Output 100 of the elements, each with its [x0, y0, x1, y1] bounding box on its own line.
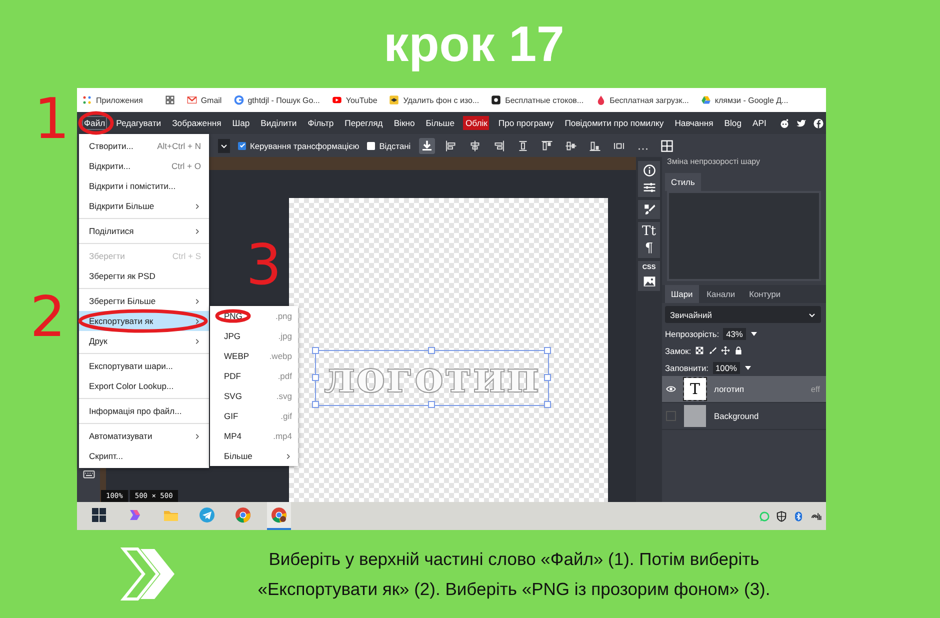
resize-handle[interactable] — [544, 374, 551, 381]
bookmark[interactable]: gthtdjl - Пошук Go... — [234, 95, 320, 105]
menu-item[interactable]: WEBP .webp — [210, 346, 298, 366]
network-icon[interactable] — [810, 510, 822, 522]
menu-item[interactable]: Облік — [463, 116, 490, 130]
menu-item[interactable]: Export Color Lookup... — [79, 376, 209, 396]
eye-icon[interactable] — [666, 384, 676, 394]
download-icon[interactable] — [420, 140, 433, 152]
taskbar-app[interactable] — [267, 502, 291, 530]
layer-row[interactable]: T логотип eff — [662, 376, 826, 403]
menu-item[interactable]: Відкрити і помістити... — [79, 176, 209, 196]
file-extension: .webp — [269, 351, 292, 361]
menu-item[interactable]: Перегляд — [342, 116, 385, 130]
menu-item[interactable]: Редагувати — [114, 116, 164, 130]
resize-handle[interactable] — [544, 401, 551, 408]
panel-tab[interactable]: Канали — [700, 285, 742, 303]
resize-handle[interactable] — [544, 347, 551, 354]
menu-item[interactable]: PNG .png — [210, 306, 298, 326]
bookmark-label: Бесплатная загрузк... — [610, 96, 689, 104]
menu-item[interactable]: Відкрити... Ctrl + O — [79, 156, 209, 176]
menu-item[interactable]: Повідомити про помилку — [562, 116, 666, 130]
menu-item[interactable]: JPG .jpg — [210, 326, 298, 346]
lock-pixels-icon[interactable] — [695, 346, 704, 355]
bookmark[interactable]: Приложения — [82, 95, 143, 105]
grid-icon[interactable] — [164, 95, 175, 105]
menu-item[interactable]: Зберегти як PSD — [79, 266, 209, 286]
image-icon[interactable] — [642, 275, 656, 288]
menu-item[interactable]: Виділити — [258, 116, 299, 130]
bookmark[interactable]: Gmail — [186, 95, 222, 105]
move-icon[interactable] — [721, 346, 730, 355]
align-left-icon[interactable] — [444, 140, 457, 152]
distribute-icon[interactable] — [516, 140, 529, 152]
menu-item[interactable]: Шар — [230, 116, 252, 130]
resize-handle[interactable] — [312, 347, 319, 354]
dropdown[interactable] — [218, 138, 230, 152]
menu-item[interactable]: PDF .pdf — [210, 366, 298, 386]
menu-item[interactable]: Фільтр — [306, 116, 336, 130]
lock-icon[interactable] — [734, 346, 744, 355]
menu-item[interactable]: Зображення — [170, 116, 224, 130]
menu-item[interactable]: Створити... Alt+Ctrl + N — [79, 136, 209, 156]
menu-item[interactable]: Більше — [424, 116, 456, 130]
menu-item[interactable]: SVG .svg — [210, 386, 298, 406]
bird-icon[interactable] — [796, 118, 808, 128]
bookmark[interactable]: YouTube — [332, 95, 378, 105]
blend-mode-select[interactable]: Звичайний — [665, 306, 821, 323]
shield-icon[interactable] — [776, 510, 787, 522]
resize-handle[interactable] — [428, 401, 435, 408]
menu-item[interactable]: Скрипт... — [79, 446, 209, 466]
bookmark[interactable]: Удалить фон с изо... — [389, 95, 480, 105]
paragraph-icon[interactable]: ¶ — [644, 242, 654, 255]
brush-icon[interactable] — [642, 203, 656, 216]
resize-handle[interactable] — [312, 374, 319, 381]
menu-item[interactable]: Зберегти Більше — [79, 291, 209, 311]
checkbox[interactable] — [367, 142, 376, 150]
layer-row[interactable]: Background — [662, 403, 826, 430]
bookmark[interactable]: Бесплатная загрузк... — [596, 95, 689, 105]
menu-item[interactable]: Відкрити Більше — [79, 196, 209, 216]
file-extension: .pdf — [278, 371, 292, 381]
menu-item[interactable]: Навчання — [672, 116, 716, 130]
menu-item[interactable]: Вікно — [392, 116, 417, 130]
square-icon — [491, 95, 502, 105]
caret-down-icon[interactable] — [750, 330, 758, 338]
menu-item[interactable]: Інформація про файл... — [79, 401, 209, 421]
resize-handle[interactable] — [312, 401, 319, 408]
info-icon[interactable] — [642, 164, 656, 177]
panel-tab[interactable]: Стиль — [665, 173, 701, 191]
align-bottom-icon[interactable] — [588, 140, 601, 152]
menu-item[interactable]: Поділитися — [79, 221, 209, 241]
menu-item[interactable]: Друк — [79, 331, 209, 351]
checkbox[interactable] — [238, 142, 246, 150]
alien-icon[interactable] — [779, 118, 790, 128]
opacity-field[interactable]: 43% — [723, 328, 746, 340]
circle-f-icon[interactable] — [813, 118, 824, 128]
resize-handle[interactable] — [428, 347, 435, 354]
panel-tab[interactable]: Шари — [665, 285, 699, 303]
menu-item[interactable]: Blog — [722, 116, 744, 130]
align-top-icon[interactable] — [540, 140, 553, 152]
align-center-icon[interactable] — [468, 140, 481, 152]
grid-icon[interactable] — [660, 140, 673, 152]
menu-item[interactable]: Автоматизувати — [79, 426, 209, 446]
menu-item[interactable]: MP4 .mp4 — [210, 426, 298, 446]
visibility-checkbox[interactable] — [666, 411, 676, 421]
bluetooth-icon[interactable] — [793, 510, 804, 522]
text-tool-icon[interactable]: Tt — [642, 225, 656, 238]
menu-item[interactable]: Експортувати шари... — [79, 356, 209, 376]
keyboard-icon[interactable] — [82, 468, 96, 480]
align-right-icon[interactable] — [492, 140, 505, 152]
brush-icon[interactable] — [708, 346, 718, 355]
align-middle-icon[interactable] — [564, 140, 577, 152]
bookmark[interactable]: клямзи - Google Д... — [700, 95, 788, 105]
panel-tab[interactable]: Контури — [743, 285, 787, 303]
menu-item[interactable]: Більше — [210, 446, 298, 466]
menu-item[interactable]: GIF .gif — [210, 406, 298, 426]
step-title: крок 17 — [382, 15, 564, 73]
caret-down-icon[interactable] — [744, 364, 752, 372]
sliders-icon[interactable] — [642, 181, 656, 194]
menu-item[interactable]: Про програму — [496, 116, 556, 130]
menu-item[interactable]: API — [750, 116, 768, 130]
bookmark[interactable]: Бесплатные стоков... — [491, 95, 584, 105]
fill-field[interactable]: 100% — [712, 362, 740, 374]
